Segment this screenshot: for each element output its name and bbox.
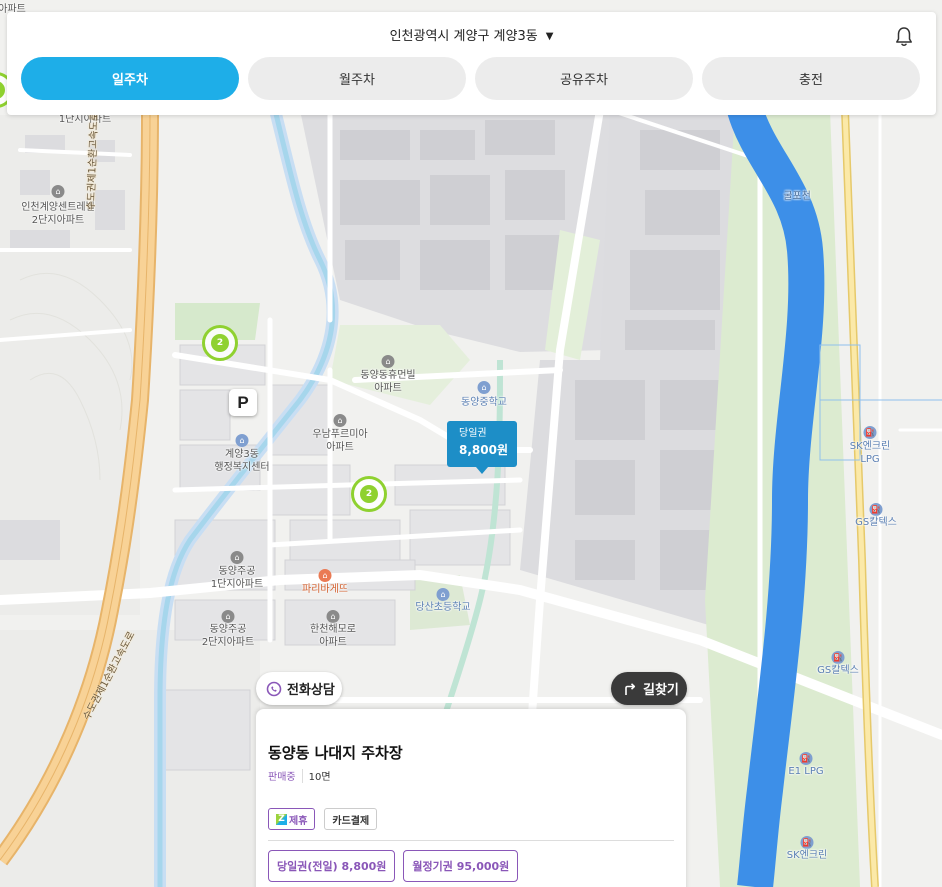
- space-count: 10면: [308, 772, 331, 783]
- phone-consult-label: 전화상담: [287, 683, 335, 698]
- price-options: 당일권(전일) 8,800원 월정기권 95,000원: [268, 850, 519, 882]
- apartment-icon: ⌂: [326, 610, 340, 623]
- cluster-count: 2: [360, 485, 378, 503]
- parking-lot-title: 동양동 나대지 주차장: [268, 744, 403, 762]
- dropdown-caret-icon: ▼: [545, 31, 554, 42]
- map-label-gulpo: 굴포천: [783, 191, 811, 202]
- map-label-gyeyang-center: 계양3동 행정복지센터: [214, 449, 270, 473]
- map-label-gs1: GS칼텍스: [855, 517, 897, 528]
- daily-ticket-price[interactable]: 당일권(전일) 8,800원: [268, 850, 396, 882]
- cluster-count: 2: [211, 334, 229, 352]
- tab-monthly[interactable]: 월주차: [248, 57, 466, 100]
- map-label-dongyang-hubeon: 동양동휴먼빌 아파트: [360, 370, 416, 394]
- map-label-paris: 파리바게뜨: [302, 584, 348, 595]
- map-label-sk-lpg: SK엔크린 LPG: [849, 441, 891, 465]
- map-label-sk2: SK엔크린: [786, 850, 828, 861]
- gas-station-icon: ⛽: [863, 426, 877, 439]
- map-label-jugong1: 동양주공 1단지아파트: [210, 566, 264, 590]
- map-label-dangsan-elem: 당산초등학교: [415, 602, 471, 613]
- school-icon: ⌂: [477, 381, 491, 394]
- directions-label: 길찾기: [643, 683, 679, 698]
- apartment-icon: ⌂: [230, 551, 244, 564]
- partner-logo-icon: Z: [276, 813, 287, 825]
- gas-station-icon: ⛽: [831, 651, 845, 664]
- map-label-unam: 우남푸르미아 아파트: [312, 429, 368, 453]
- bell-icon[interactable]: [894, 26, 914, 48]
- apartment-icon: ⌂: [221, 610, 235, 623]
- map-label-e1: E1 LPG: [788, 766, 824, 777]
- tab-charging[interactable]: 충전: [702, 57, 920, 100]
- gas-station-icon: ⛽: [799, 752, 813, 765]
- partner-badge: Z 제휴: [268, 808, 316, 830]
- parking-cluster-marker[interactable]: 2: [351, 476, 387, 512]
- location-label: 인천광역시 계양구 계양3동: [389, 29, 538, 44]
- tab-shared[interactable]: 공유주차: [475, 57, 693, 100]
- location-selector[interactable]: 인천광역시 계양구 계양3동 ▼: [7, 28, 936, 46]
- phone-consult-button[interactable]: 전화상담: [256, 672, 342, 705]
- directions-button[interactable]: 길찾기: [611, 672, 687, 705]
- map-label-gs2: GS칼텍스: [817, 665, 859, 676]
- cluster-count: [0, 81, 5, 99]
- turn-right-arrow-icon: [625, 682, 636, 695]
- gas-station-icon: ⛽: [800, 836, 814, 849]
- gas-station-icon: ⛽: [869, 503, 883, 516]
- government-icon: ⌂: [235, 434, 249, 447]
- parking-marker[interactable]: P: [229, 389, 257, 416]
- parking-type-tabs: 일주차 월주차 공유주차 충전: [21, 57, 920, 100]
- parking-cluster-marker[interactable]: 2: [202, 325, 238, 361]
- tab-daily[interactable]: 일주차: [21, 57, 239, 100]
- card-divider: [268, 840, 674, 841]
- map-label-jugong2: 동양주공 2단지아파트: [201, 624, 255, 648]
- parking-lot-meta: 판매중 10면: [268, 768, 331, 783]
- top-panel: 인천광역시 계양구 계양3동 ▼ 일주차 월주차 공유주차 충전: [7, 12, 936, 115]
- partner-label: 제휴: [289, 815, 308, 827]
- price-marker-type: 당일권: [459, 428, 487, 439]
- school-icon: ⌂: [436, 588, 450, 601]
- price-marker[interactable]: 당일권 8,800원: [447, 421, 517, 474]
- price-marker-price: 8,800원: [459, 443, 508, 457]
- feature-badges: Z 제휴 카드결제: [268, 808, 378, 830]
- parking-lot-card[interactable]: 동양동 나대지 주차장 판매중 10면 Z 제휴 카드결제 당일권(전일) 8,…: [256, 709, 686, 887]
- monthly-pass-price[interactable]: 월정기권 95,000원: [403, 850, 519, 882]
- apartment-icon: ⌂: [51, 185, 65, 198]
- card-payment-badge: 카드결제: [324, 808, 378, 830]
- bakery-icon: ⌂: [318, 569, 332, 582]
- map-label-hancheon: 한천해모로 아파트: [310, 624, 356, 648]
- apartment-icon: ⌂: [333, 414, 347, 427]
- map-label-dongyang-middle: 동양중학교: [461, 397, 507, 408]
- meta-divider: [301, 768, 303, 783]
- phone-chat-icon: [266, 681, 282, 696]
- apartment-icon: ⌂: [381, 355, 395, 368]
- status-badge: 판매중: [268, 772, 296, 783]
